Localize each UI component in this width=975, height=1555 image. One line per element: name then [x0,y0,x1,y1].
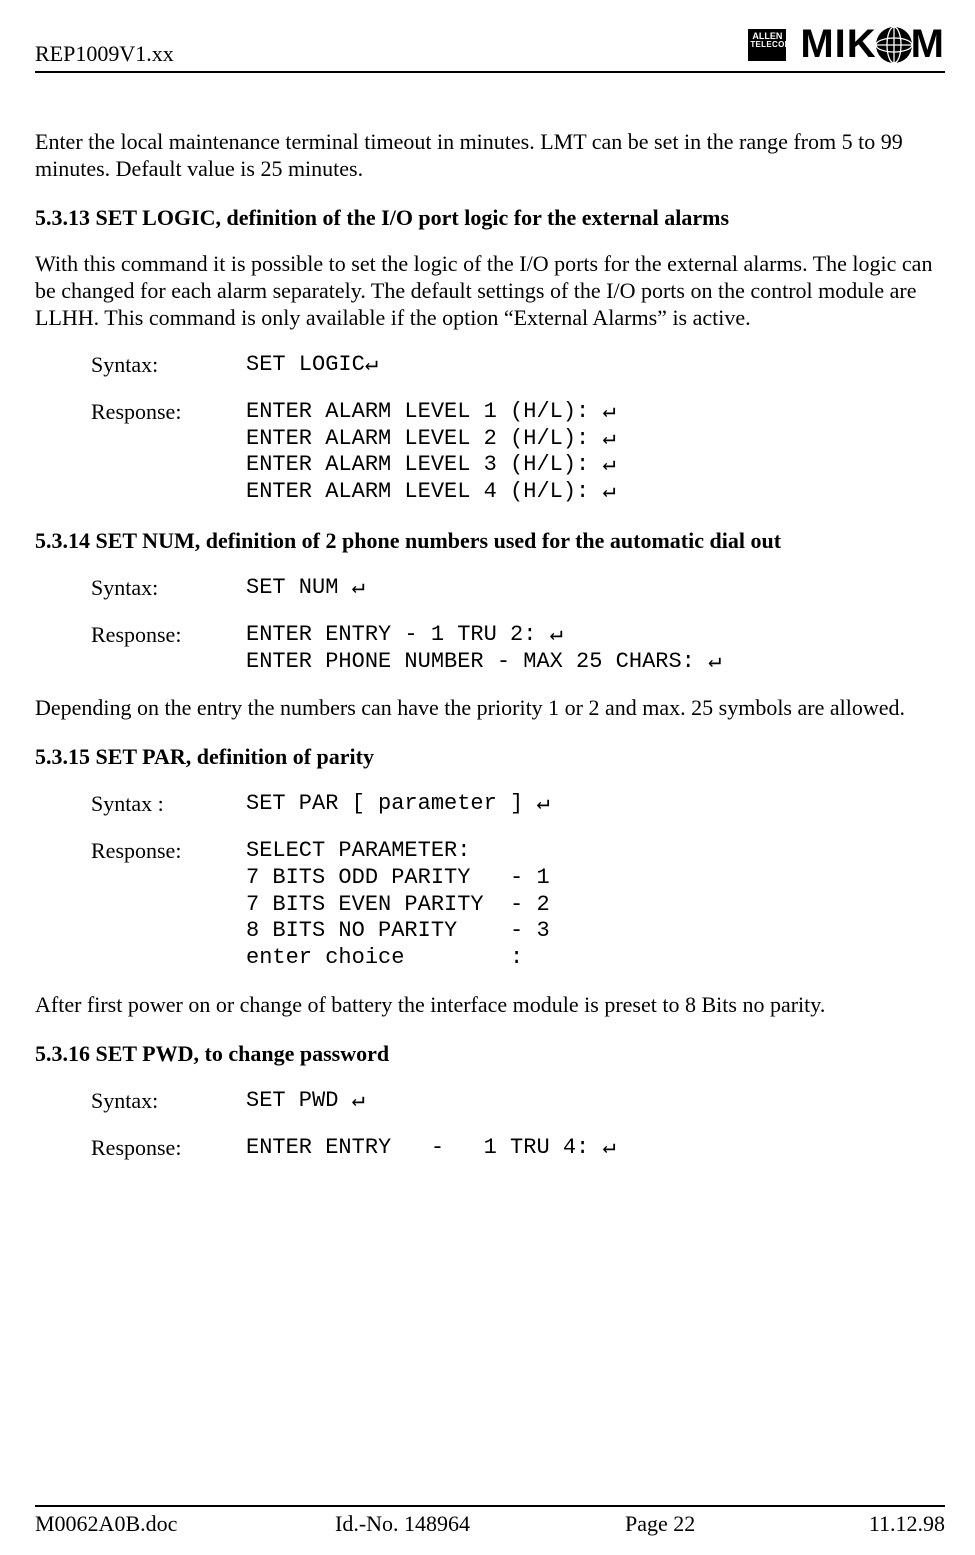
section-5-3-13-paragraph: With this command it is possible to set … [35,251,945,331]
section-5-3-14-heading: 5.3.14 SET NUM, definition of 2 phone nu… [35,528,945,555]
section-5-3-13-response-block: Response: ENTER ALARM LEVEL 1 (H/L): ↵ E… [91,399,945,506]
globe-icon [875,26,913,64]
footer-page: Page 22 [625,1511,855,1537]
header-divider [35,71,945,73]
syntax-value: SET PWD ↵ [246,1088,365,1115]
page-footer: M0062A0B.doc Id.-No. 148964 Page 22 11.1… [35,1505,945,1537]
section-5-3-16-syntax-block: Syntax: SET PWD ↵ [91,1088,945,1115]
section-5-3-16-heading: 5.3.16 SET PWD, to change password [35,1041,945,1068]
allen-telecom-logo: ALLEN TELECOM [748,29,786,61]
mikom-logo-left: MIK [800,22,876,67]
syntax-value: SET PAR [ parameter ] ↵ [246,791,550,818]
syntax-label: Syntax: [91,575,246,602]
syntax-value: SET LOGIC↵ [246,352,378,379]
syntax-label: Syntax: [91,352,246,379]
footer-file: M0062A0B.doc [35,1511,335,1537]
footer-divider [35,1505,945,1507]
syntax-label: Syntax: [91,1088,246,1115]
section-5-3-14-syntax-block: Syntax: SET NUM ↵ [91,575,945,602]
section-5-3-14-response-block: Response: ENTER ENTRY - 1 TRU 2: ↵ ENTER… [91,622,945,676]
doc-reference: REP1009V1.xx [35,41,174,67]
response-label: Response: [91,1135,246,1162]
section-5-3-13-syntax-block: Syntax: SET LOGIC↵ [91,352,945,379]
response-label: Response: [91,399,246,506]
section-5-3-15-syntax-block: Syntax : SET PAR [ parameter ] ↵ [91,791,945,818]
response-label: Response: [91,838,246,972]
section-5-3-16-response-block: Response: ENTER ENTRY - 1 TRU 4: ↵ [91,1135,945,1162]
section-5-3-15-heading: 5.3.15 SET PAR, definition of parity [35,744,945,771]
response-value: SELECT PARAMETER: 7 BITS ODD PARITY - 1 … [246,838,550,972]
section-5-3-13-heading: 5.3.13 SET LOGIC, definition of the I/O … [35,205,945,232]
mikom-logo-right: M [911,22,945,67]
response-value: ENTER ENTRY - 1 TRU 2: ↵ ENTER PHONE NUM… [246,622,721,676]
syntax-value: SET NUM ↵ [246,575,365,602]
response-value: ENTER ALARM LEVEL 1 (H/L): ↵ ENTER ALARM… [246,399,616,506]
page-content: Enter the local maintenance terminal tim… [35,129,945,1161]
response-label: Response: [91,622,246,676]
footer-id: Id.-No. 148964 [335,1511,625,1537]
section-5-3-15-response-block: Response: SELECT PARAMETER: 7 BITS ODD P… [91,838,945,972]
allen-logo-line2: TELECOM [750,41,784,49]
section-5-3-15-paragraph: After first power on or change of batter… [35,992,945,1019]
logo-group: ALLEN TELECOM MIK M [748,22,945,67]
intro-paragraph: Enter the local maintenance terminal tim… [35,129,945,183]
footer-date: 11.12.98 [855,1511,945,1537]
page-header: REP1009V1.xx ALLEN TELECOM MIK M [35,22,945,71]
section-5-3-14-paragraph: Depending on the entry the numbers can h… [35,695,945,722]
syntax-label: Syntax : [91,791,246,818]
response-value: ENTER ENTRY - 1 TRU 4: ↵ [246,1135,616,1162]
mikom-logo: MIK M [800,22,945,67]
